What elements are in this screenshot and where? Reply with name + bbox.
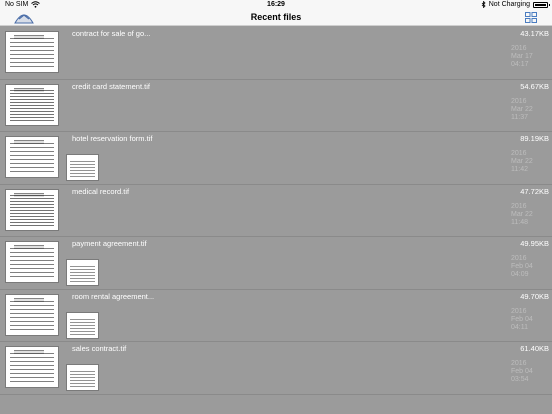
status-bar: No SIM 16:29 Not Charging (0, 0, 552, 9)
file-name: hotel reservation form.tif (72, 134, 153, 143)
file-row[interactable]: credit card statement.tif 54.67KB 2016 M… (0, 80, 552, 132)
file-size: 61.40KB (520, 344, 549, 353)
file-time: 04:17 (511, 61, 529, 68)
file-time: 11:48 (511, 218, 528, 226)
file-date: 2016 Feb 04 04:11 (511, 308, 541, 332)
file-row[interactable]: payment agreement.tif 49.95KB 2016 Feb 0… (0, 237, 552, 290)
file-date: 2016 Feb 04 04:09 (511, 255, 541, 279)
grid-view-icon[interactable] (525, 12, 537, 23)
file-row[interactable]: sales contract.tif 61.40KB 2016 Feb 04 0… (0, 342, 552, 395)
file-thumbnail (5, 241, 59, 283)
file-date: 2016 Mar 22 11:37 (511, 98, 541, 122)
file-thumbnail (5, 346, 59, 388)
file-thumbnail (5, 83, 59, 126)
file-thumbnail (5, 188, 59, 231)
file-name: payment agreement.tif (72, 239, 147, 248)
file-day: Feb 04 (511, 263, 533, 270)
file-size: 89.19KB (520, 134, 549, 143)
file-time: 04:11 (511, 323, 528, 331)
file-size: 54.67KB (520, 81, 549, 91)
file-row[interactable]: medical record.tif 47.72KB 2016 Mar 22 1… (0, 185, 552, 237)
file-name: contract for sale of go... (72, 29, 151, 38)
status-right: Not Charging (481, 0, 550, 9)
file-thumbnail (5, 293, 59, 336)
attachment-thumbnail (66, 364, 99, 391)
file-row[interactable]: contract for sale of go... 43.17KB 2016 … (0, 27, 552, 80)
page-title: Recent files (250, 12, 302, 22)
file-day: Mar 22 (511, 158, 533, 165)
file-name: sales contract.tif (72, 344, 127, 353)
file-day: Mar 17 (511, 53, 533, 60)
attachment-thumbnail (66, 311, 99, 339)
bluetooth-icon (481, 1, 486, 8)
file-name: room rental agreement... (72, 291, 155, 301)
file-size: 47.72KB (520, 186, 549, 196)
file-day: Mar 22 (511, 105, 533, 113)
file-year: 2016 (511, 97, 527, 105)
file-date: 2016 Mar 17 04:17 (511, 45, 541, 69)
attachment-thumbnail (66, 259, 99, 286)
file-year: 2016 (511, 307, 527, 315)
file-date: 2016 Feb 04 03:54 (511, 360, 541, 384)
file-date: 2016 Mar 22 11:42 (511, 150, 541, 174)
file-time: 04:09 (511, 271, 529, 278)
file-row[interactable]: room rental agreement... 49.70KB 2016 Fe… (0, 290, 552, 342)
file-year: 2016 (511, 360, 527, 367)
attachment-thumbnail (66, 154, 99, 181)
file-time: 11:42 (511, 166, 528, 173)
file-year: 2016 (511, 45, 527, 52)
battery-icon (533, 1, 550, 8)
nav-bar: Recent files (0, 9, 552, 26)
file-thumbnail (5, 136, 59, 178)
file-year: 2016 (511, 150, 527, 157)
file-year: 2016 (511, 202, 527, 210)
file-row[interactable]: hotel reservation form.tif 89.19KB 2016 … (0, 132, 552, 185)
file-time: 11:37 (511, 113, 528, 121)
file-day: Feb 04 (511, 368, 533, 375)
recent-files-list: contract for sale of go... 43.17KB 2016 … (0, 27, 552, 395)
file-time: 03:54 (511, 376, 529, 383)
file-size: 49.95KB (520, 239, 549, 248)
file-date: 2016 Mar 22 11:48 (511, 203, 541, 227)
file-thumbnail (5, 31, 59, 73)
file-size: 43.17KB (520, 29, 549, 38)
file-day: Mar 22 (511, 210, 533, 218)
charging-status: Not Charging (488, 1, 530, 8)
file-name: medical record.tif (72, 186, 130, 196)
file-size: 49.70KB (520, 291, 549, 301)
file-name: credit card statement.tif (72, 81, 150, 91)
file-year: 2016 (511, 255, 527, 262)
clock: 16:29 (267, 1, 285, 8)
file-day: Feb 04 (511, 315, 533, 323)
